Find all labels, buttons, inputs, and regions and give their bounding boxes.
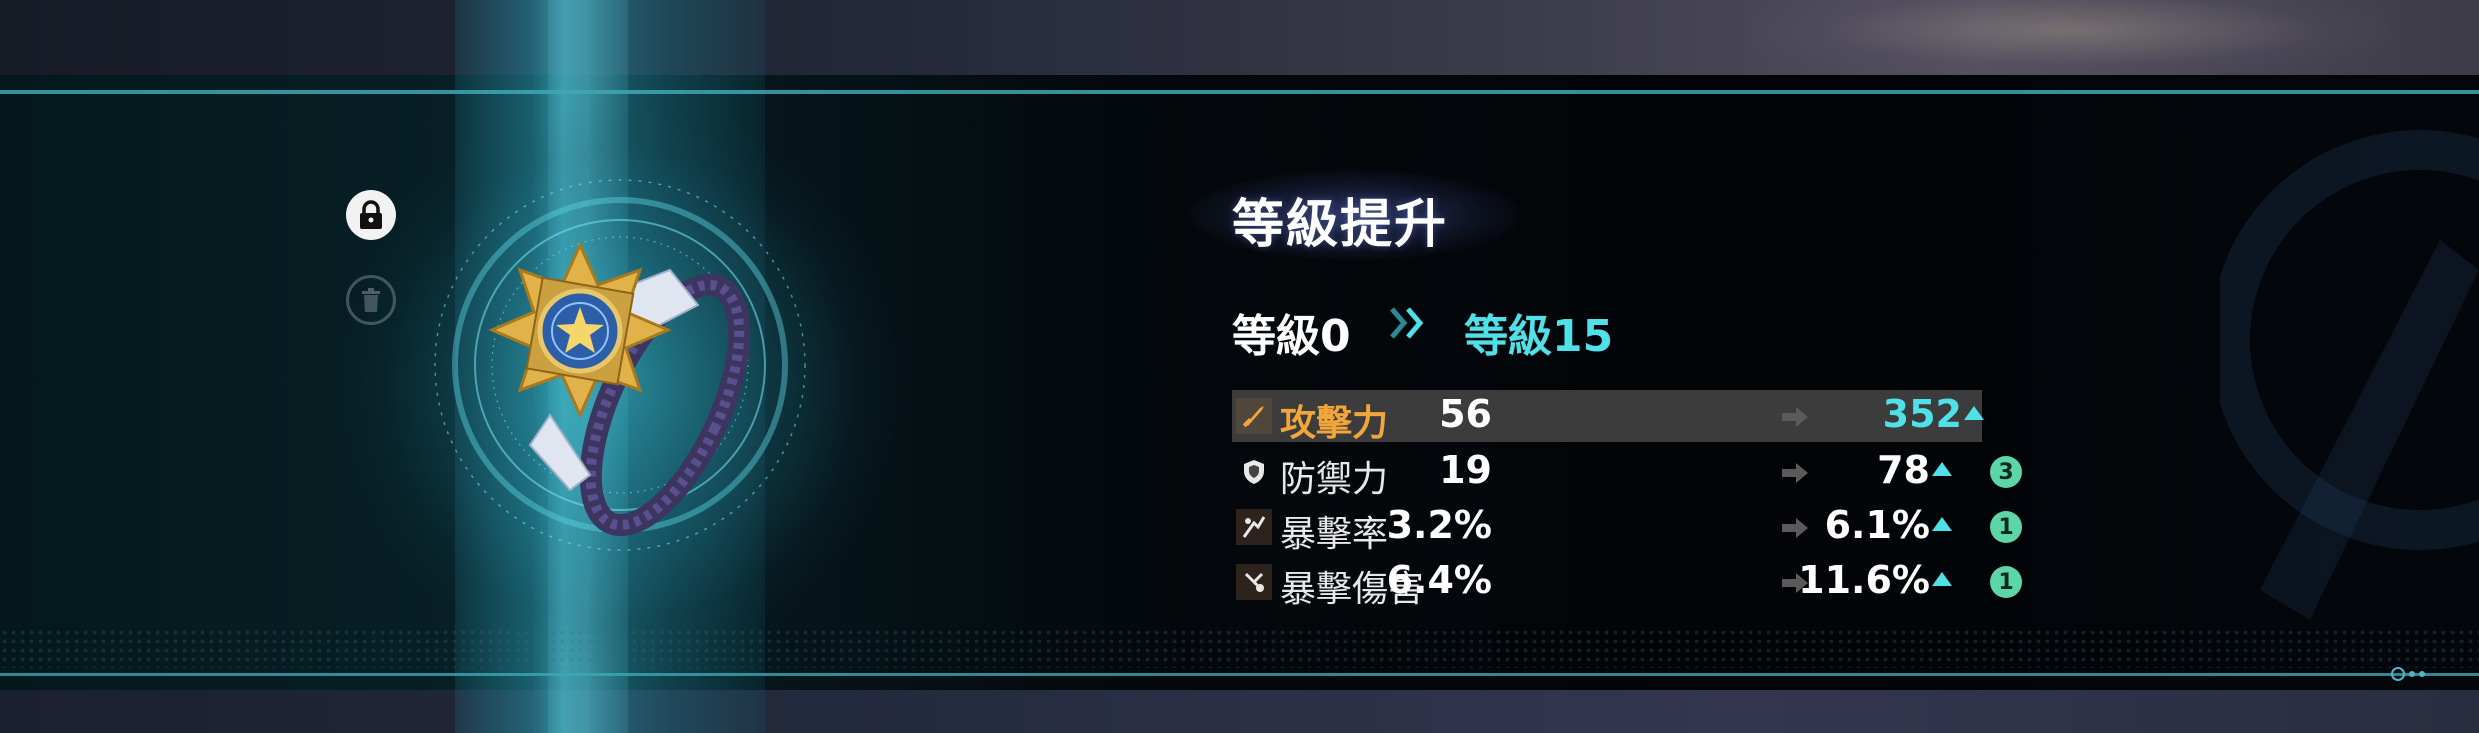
upgrade-count-badge: 3 bbox=[1990, 456, 2022, 488]
stat-before: 56 bbox=[1439, 392, 1492, 436]
stat-before: 6.4% bbox=[1386, 558, 1492, 602]
increase-arrow-icon bbox=[1932, 462, 1952, 476]
lock-button[interactable] bbox=[346, 190, 396, 240]
page-title: 等級提升 bbox=[1232, 195, 1449, 255]
stat-row-crit-damage: 暴擊傷害 6.4% 11.6% 1 bbox=[1232, 556, 2022, 610]
stat-before: 19 bbox=[1439, 448, 1492, 492]
background-blur bbox=[1750, 0, 2390, 75]
lock-icon bbox=[360, 200, 382, 229]
page-indicator bbox=[2391, 667, 2425, 681]
dot-pattern-band bbox=[0, 628, 2479, 668]
background-bottom-strip bbox=[0, 690, 2479, 733]
shield-icon bbox=[1236, 454, 1272, 490]
star-bracelet-icon bbox=[488, 241, 751, 537]
upgrade-count-badge: 1 bbox=[1990, 566, 2022, 598]
stat-after: 78 bbox=[1877, 448, 1930, 492]
stat-after: 352 bbox=[1882, 392, 1962, 436]
upgrade-count-badge: 1 bbox=[1990, 511, 2022, 543]
increase-arrow-icon bbox=[1932, 517, 1952, 531]
stat-name: 暴擊率 bbox=[1280, 514, 1389, 555]
stat-row-attack: 攻擊力 56 352 bbox=[1232, 390, 1984, 444]
level-to: 等級15 bbox=[1464, 311, 1614, 362]
level-from: 等級0 bbox=[1232, 311, 1351, 362]
sword-icon bbox=[1236, 398, 1272, 434]
crit-rate-icon bbox=[1236, 509, 1272, 545]
stat-row-defense: 防禦力 19 78 3 bbox=[1232, 446, 2022, 500]
arrow-right-icon bbox=[1782, 463, 1808, 483]
stat-after: 11.6% bbox=[1798, 558, 1930, 602]
crit-damage-icon bbox=[1236, 564, 1272, 600]
double-chevron-icon bbox=[1390, 307, 1424, 339]
increase-arrow-icon bbox=[1964, 406, 1984, 420]
stat-name: 攻擊力 bbox=[1280, 403, 1389, 444]
stat-after: 6.1% bbox=[1824, 503, 1930, 547]
arrow-right-icon bbox=[1782, 407, 1808, 427]
stat-before: 3.2% bbox=[1386, 503, 1492, 547]
arrow-right-icon bbox=[1782, 518, 1808, 538]
trash-icon bbox=[362, 288, 380, 312]
panel-bottom-border bbox=[0, 673, 2479, 676]
emblem-watermark-icon bbox=[2220, 130, 2479, 620]
stat-name: 防禦力 bbox=[1280, 459, 1389, 500]
item-artwork bbox=[434, 179, 806, 551]
discard-button[interactable] bbox=[346, 275, 396, 325]
panel-top-border bbox=[0, 90, 2479, 94]
increase-arrow-icon bbox=[1932, 572, 1952, 586]
stat-row-crit-rate: 暴擊率 3.2% 6.1% 1 bbox=[1232, 501, 2022, 555]
